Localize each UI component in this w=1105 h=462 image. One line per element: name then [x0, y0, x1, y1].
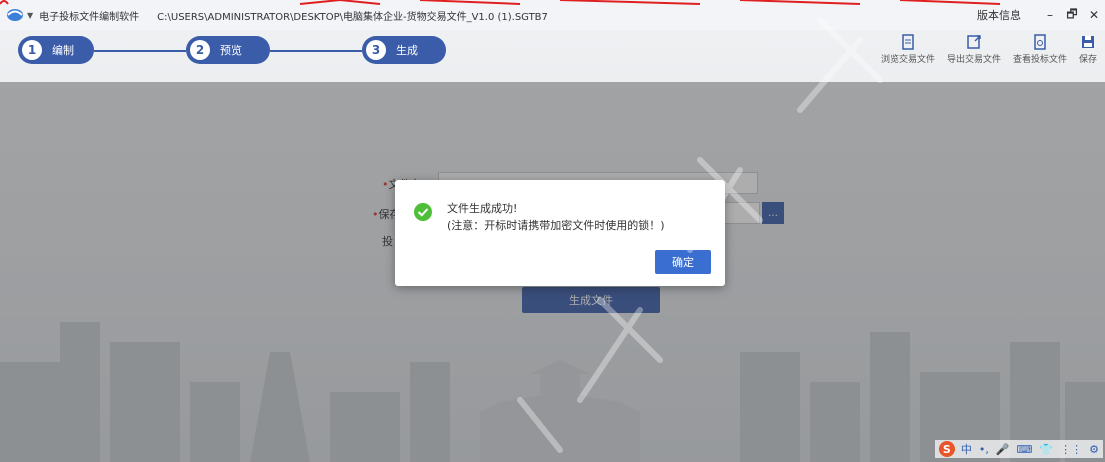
- browse-trade-file-button[interactable]: 浏览交易文件: [881, 34, 935, 65]
- save-icon: [1081, 36, 1094, 48]
- step-connector: [94, 50, 186, 52]
- success-check-icon: [414, 203, 432, 221]
- step-number: 1: [22, 40, 42, 60]
- skin-icon[interactable]: 👕: [1039, 443, 1053, 456]
- ok-button[interactable]: 确定: [655, 250, 711, 274]
- tool-label: 保存: [1078, 55, 1097, 65]
- ime-toolbar: S 中 •, 🎤 ⌨ 👕 ⋮⋮ ⚙: [934, 440, 1103, 458]
- ime-mode[interactable]: 中: [961, 441, 972, 457]
- export-trade-file-button[interactable]: 导出交易文件: [947, 34, 1001, 65]
- browse-doc-icon: [902, 34, 914, 50]
- step-label: 预览: [220, 44, 242, 57]
- success-dialog: 文件生成成功! (注意：开标时请携带加密文件时使用的锁！) 确定: [395, 180, 725, 286]
- step-number: 3: [366, 40, 386, 60]
- restore-button[interactable]: 🗗: [1061, 5, 1083, 26]
- step-preview[interactable]: 2 预览: [186, 36, 270, 64]
- step-generate[interactable]: 3 生成: [362, 36, 446, 64]
- step-connector: [270, 50, 362, 52]
- step-number: 2: [190, 40, 210, 60]
- punctuation-icon[interactable]: •,: [979, 443, 989, 456]
- step-label: 生成: [396, 44, 418, 57]
- tool-label: 导出交易文件: [946, 55, 1001, 65]
- step-progress-bar: 1 编制 2 预览 3 生成 浏览交易文件 导出交易文件 查看投标文件 保存: [0, 30, 1105, 82]
- title-bar: ▼ 电子投标文件编制软件 C:\USERS\ADMINISTRATOR\DESK…: [0, 0, 1105, 31]
- close-button[interactable]: ✕: [1083, 8, 1105, 22]
- toolbar: 浏览交易文件 导出交易文件 查看投标文件 保存: [869, 34, 1097, 65]
- toolbox-icon[interactable]: ⋮⋮: [1060, 443, 1082, 456]
- minimize-button[interactable]: –: [1039, 8, 1061, 22]
- microphone-icon[interactable]: 🎤: [996, 443, 1010, 456]
- tool-label: 浏览交易文件: [880, 55, 935, 65]
- app-logo-icon[interactable]: [6, 6, 24, 24]
- view-bid-file-button[interactable]: 查看投标文件: [1013, 34, 1067, 65]
- step-label: 编制: [52, 44, 74, 57]
- tool-label: 查看投标文件: [1012, 55, 1067, 65]
- app-name: 电子投标文件编制软件: [39, 11, 140, 23]
- lock-note: (注意：开标时请携带加密文件时使用的锁！): [447, 219, 665, 232]
- app-menu-caret-icon[interactable]: ▼: [27, 11, 33, 20]
- success-message: 文件生成成功!: [447, 202, 518, 215]
- version-info-link[interactable]: 版本信息: [977, 7, 1021, 23]
- step-edit[interactable]: 1 编制: [18, 36, 94, 64]
- keyboard-icon[interactable]: ⌨: [1017, 443, 1033, 456]
- save-button[interactable]: 保存: [1079, 34, 1097, 65]
- sogou-logo-icon[interactable]: S: [938, 441, 955, 457]
- view-bid-icon: [1034, 34, 1046, 50]
- export-doc-icon: [967, 35, 981, 49]
- file-path: C:\USERS\ADMINISTRATOR\DESKTOP\电脑集体企业-货物…: [157, 11, 548, 23]
- settings-icon[interactable]: ⚙: [1089, 443, 1099, 456]
